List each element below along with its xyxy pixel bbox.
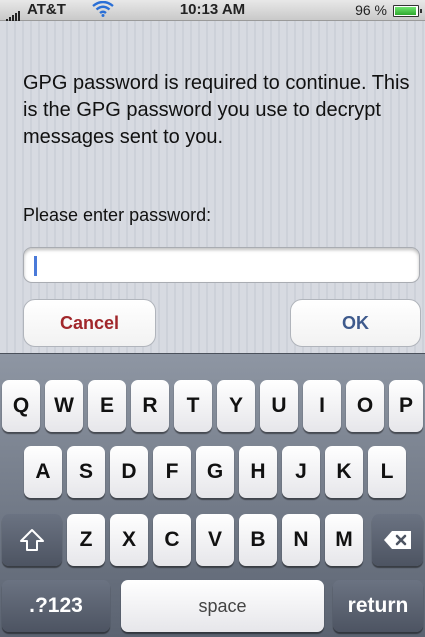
space-key[interactable]: space [121, 580, 324, 632]
keyboard: Q W E R T Y U I O P A S D F G H J K L Z … [0, 353, 425, 637]
password-field[interactable] [23, 247, 420, 283]
key-e[interactable]: E [88, 380, 126, 432]
key-n[interactable]: N [282, 514, 320, 566]
key-l[interactable]: L [368, 446, 406, 498]
cancel-button[interactable]: Cancel [23, 299, 156, 347]
key-q[interactable]: Q [2, 380, 40, 432]
key-h[interactable]: H [239, 446, 277, 498]
backspace-icon [383, 528, 413, 551]
key-r[interactable]: R [131, 380, 169, 432]
text-caret [34, 256, 37, 276]
key-c[interactable]: C [153, 514, 191, 566]
return-key[interactable]: return [333, 580, 423, 632]
dialog-message: GPG password is required to continue. Th… [23, 72, 410, 148]
key-y[interactable]: Y [217, 380, 255, 432]
key-m[interactable]: M [325, 514, 363, 566]
key-k[interactable]: K [325, 446, 363, 498]
key-w[interactable]: W [45, 380, 83, 432]
key-g[interactable]: G [196, 446, 234, 498]
key-u[interactable]: U [260, 380, 298, 432]
shift-key[interactable] [2, 514, 62, 566]
password-label: Please enter password: [23, 205, 212, 225]
key-p[interactable]: P [389, 380, 423, 432]
key-t[interactable]: T [174, 380, 212, 432]
key-z[interactable]: Z [67, 514, 105, 566]
status-bar: AT&T 10:13 AM 96 % [0, 0, 425, 22]
key-x[interactable]: X [110, 514, 148, 566]
key-i[interactable]: I [303, 380, 341, 432]
ok-button[interactable]: OK [290, 299, 421, 347]
key-j[interactable]: J [282, 446, 320, 498]
password-dialog: GPG password is required to continue. Th… [0, 21, 425, 353]
key-b[interactable]: B [239, 514, 277, 566]
key-a[interactable]: A [24, 446, 62, 498]
backspace-key[interactable] [372, 514, 423, 566]
key-d[interactable]: D [110, 446, 148, 498]
battery-percent: 96 % [355, 2, 387, 18]
battery-icon [393, 5, 422, 17]
key-s[interactable]: S [67, 446, 105, 498]
shift-icon [19, 528, 45, 552]
key-o[interactable]: O [346, 380, 384, 432]
key-f[interactable]: F [153, 446, 191, 498]
numbers-key[interactable]: .?123 [2, 580, 110, 632]
key-v[interactable]: V [196, 514, 234, 566]
